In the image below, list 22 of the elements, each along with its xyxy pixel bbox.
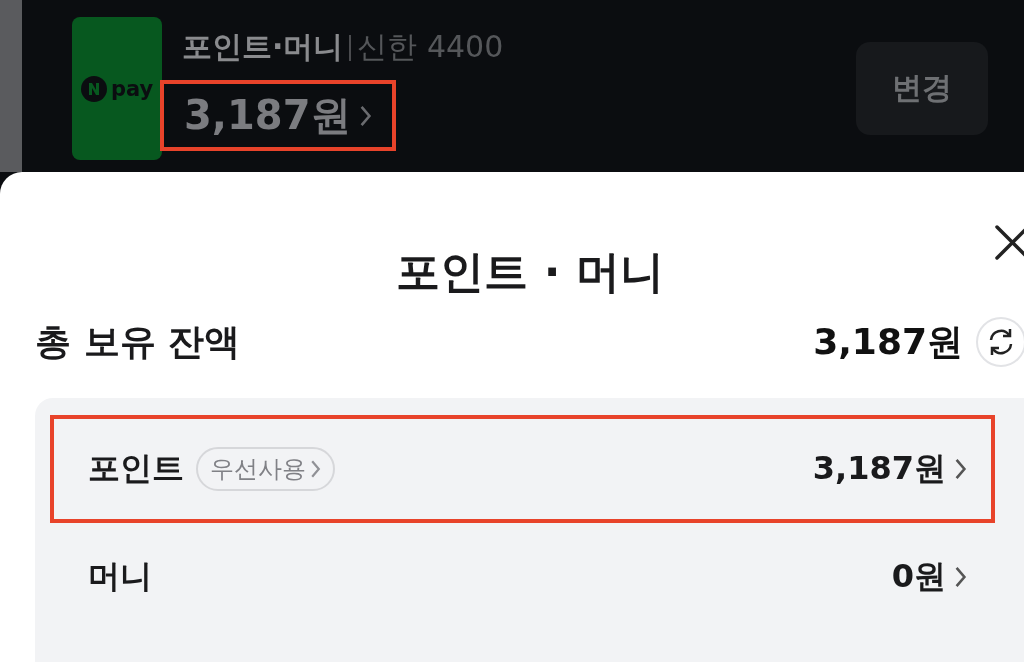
- row-amount: 3,187원: [812, 448, 946, 489]
- total-label: 총 보유 잔액: [35, 319, 242, 364]
- logo-text: pay: [110, 76, 154, 101]
- total-amount: 3,187원: [813, 319, 963, 364]
- balance-amount: 3,187원: [184, 91, 351, 140]
- row-amount: 0원: [891, 556, 946, 597]
- change-button[interactable]: 변경: [856, 42, 988, 135]
- payment-title: 포인트·머니: [182, 28, 344, 66]
- row-label: 포인트: [88, 448, 184, 489]
- amount-link[interactable]: 3,187원: [160, 80, 396, 151]
- chevron-icon: [310, 458, 321, 480]
- close-icon[interactable]: [994, 224, 1024, 262]
- balance-row[interactable]: 머니 0원: [50, 523, 995, 631]
- chevron-icon: [954, 456, 967, 482]
- n-icon: [80, 75, 107, 102]
- balance-row[interactable]: 포인트 우선사용 3,187원: [50, 415, 995, 523]
- priority-chip[interactable]: 우선사용: [196, 447, 335, 491]
- card-name: 신한 4400: [357, 28, 504, 66]
- sheet-title: 포인트 · 머니: [396, 244, 664, 299]
- row-label: 머니: [88, 556, 152, 597]
- chevron-icon: [954, 564, 967, 590]
- refresh-icon[interactable]: [975, 316, 1024, 368]
